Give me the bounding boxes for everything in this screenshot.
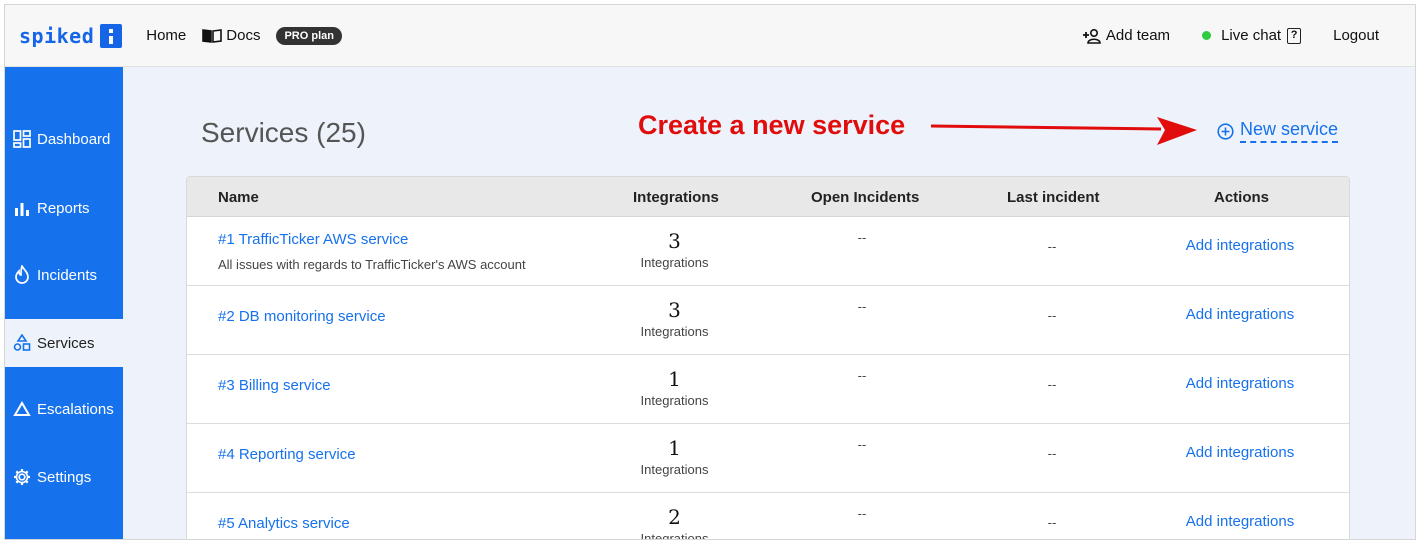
service-name-cell: #5 Analytics service: [218, 515, 350, 532]
flame-icon: [15, 265, 29, 284]
sidebar-item-dashboard[interactable]: Dashboard: [5, 115, 123, 163]
last-incident-cell: --: [1047, 377, 1057, 392]
callout-arrow-icon: [930, 117, 1197, 145]
integrations-count: 3: [668, 229, 681, 253]
callout-annotation: Create a new service: [638, 110, 906, 140]
nav-docs-link[interactable]: Docs: [202, 27, 260, 44]
services-table: Name Integrations Open Incidents Last in…: [186, 176, 1350, 540]
plan-badge: PRO plan: [276, 26, 342, 45]
last-incident-cell: --: [1047, 515, 1057, 530]
open-incidents-cell: --: [857, 506, 867, 521]
open-incidents-cell: --: [857, 230, 867, 245]
nav-docs-label: Docs: [226, 27, 261, 44]
page-title: Services (25): [201, 117, 366, 148]
integrations-count: 2: [668, 505, 681, 529]
live-chat-label: Live chat: [1221, 27, 1282, 44]
table-row: #5 Analytics service 2 Integrations -- -…: [187, 493, 1349, 540]
integrations-label: Integrations: [640, 255, 709, 270]
book-icon: [202, 28, 223, 43]
top-right-actions: Add team Live chat ? Logout: [1050, 27, 1379, 44]
logo-text: spiked: [19, 23, 95, 48]
integrations-cell: 1 Integrations: [612, 436, 737, 477]
last-incident-cell: --: [1047, 239, 1057, 254]
column-header-name: Name: [218, 189, 259, 206]
gear-icon: [14, 469, 30, 485]
service-link[interactable]: #3 Billing service: [218, 377, 331, 394]
integrations-count: 3: [668, 298, 681, 322]
sidebar-item-escalations[interactable]: Escalations: [5, 385, 123, 433]
help-icon: ?: [1287, 27, 1302, 44]
new-service-button[interactable]: New service: [1217, 119, 1339, 143]
sidebar-item-services[interactable]: Services: [5, 319, 123, 367]
sidebar-item-label: Settings: [37, 468, 92, 486]
open-incidents-cell: --: [857, 437, 867, 452]
open-incidents-cell: --: [857, 368, 867, 383]
sidebar-item-label: Escalations: [37, 400, 114, 418]
integrations-label: Integrations: [640, 531, 709, 540]
sidebar-item-label: Dashboard: [37, 130, 111, 148]
add-integrations-link[interactable]: Add integrations: [1179, 237, 1301, 254]
integrations-count: 1: [668, 367, 681, 391]
top-navbar: spiked Home Docs PRO plan Add team Live …: [5, 5, 1415, 67]
add-team-label: Add team: [1105, 27, 1171, 44]
add-integrations-link[interactable]: Add integrations: [1179, 306, 1301, 323]
table-row: #3 Billing service 1 Integrations -- -- …: [187, 355, 1349, 424]
app-window: spiked Home Docs PRO plan Add team Live …: [4, 4, 1416, 540]
column-header-actions: Actions: [1214, 189, 1270, 206]
integrations-cell: 1 Integrations: [612, 367, 737, 408]
table-row: #4 Reporting service 1 Integrations -- -…: [187, 424, 1349, 493]
logout-link[interactable]: Logout: [1333, 27, 1379, 44]
live-chat-link[interactable]: Live chat ?: [1202, 27, 1302, 44]
sidebar-item-label: Services: [37, 334, 95, 352]
service-name-cell: #4 Reporting service: [218, 446, 356, 463]
column-header-integrations: Integrations: [633, 189, 719, 206]
table-header: Name Integrations Open Incidents Last in…: [187, 177, 1349, 217]
sidebar-item-incidents[interactable]: Incidents: [5, 251, 123, 299]
sidebar-item-label: Reports: [37, 199, 90, 217]
brand-logo[interactable]: spiked: [19, 23, 123, 48]
last-incident-cell: --: [1047, 308, 1057, 323]
online-status-icon: [1202, 31, 1212, 40]
last-incident-cell: --: [1047, 446, 1057, 461]
column-header-last-incident: Last incident: [1007, 189, 1100, 206]
service-link[interactable]: #1 TrafficTicker AWS service: [218, 231, 526, 248]
open-incidents-cell: --: [857, 299, 867, 314]
sidebar-item-settings[interactable]: Settings: [5, 453, 123, 501]
add-team-link[interactable]: Add team: [1082, 27, 1170, 44]
integrations-label: Integrations: [640, 324, 709, 339]
bar-chart-icon: [15, 203, 29, 216]
dashboard-icon: [13, 130, 31, 148]
integrations-label: Integrations: [640, 393, 709, 408]
integrations-label: Integrations: [640, 462, 709, 477]
service-link[interactable]: #4 Reporting service: [218, 446, 356, 463]
column-header-open-incidents: Open Incidents: [811, 189, 920, 206]
logo-mark-icon: [100, 23, 123, 48]
service-name-cell: #3 Billing service: [218, 377, 331, 394]
service-link[interactable]: #5 Analytics service: [218, 515, 350, 532]
shapes-icon: [13, 334, 31, 351]
add-integrations-link[interactable]: Add integrations: [1179, 444, 1301, 461]
sidebar-item-reports[interactable]: Reports: [5, 184, 123, 232]
integrations-cell: 3 Integrations: [612, 298, 737, 339]
triangle-icon: [13, 401, 31, 416]
table-row: #2 DB monitoring service 3 Integrations …: [187, 286, 1349, 355]
nav-home-link[interactable]: Home: [146, 27, 186, 44]
integrations-count: 1: [668, 436, 681, 460]
add-user-icon: [1082, 28, 1101, 44]
add-integrations-link[interactable]: Add integrations: [1179, 513, 1301, 530]
integrations-cell: 3 Integrations: [612, 229, 737, 270]
integrations-cell: 2 Integrations: [612, 505, 737, 540]
service-description: All issues with regards to TrafficTicker…: [218, 257, 526, 272]
add-integrations-link[interactable]: Add integrations: [1179, 375, 1301, 392]
service-name-cell: #1 TrafficTicker AWS service All issues …: [218, 231, 526, 272]
new-service-label: New service: [1240, 119, 1339, 143]
service-name-cell: #2 DB monitoring service: [218, 308, 386, 325]
sidebar: Dashboard Reports Incidents Services Esc…: [5, 67, 123, 539]
service-link[interactable]: #2 DB monitoring service: [218, 308, 386, 325]
sidebar-item-label: Incidents: [37, 266, 98, 284]
table-row: #1 TrafficTicker AWS service All issues …: [187, 217, 1349, 286]
plus-circle-icon: [1217, 122, 1234, 140]
